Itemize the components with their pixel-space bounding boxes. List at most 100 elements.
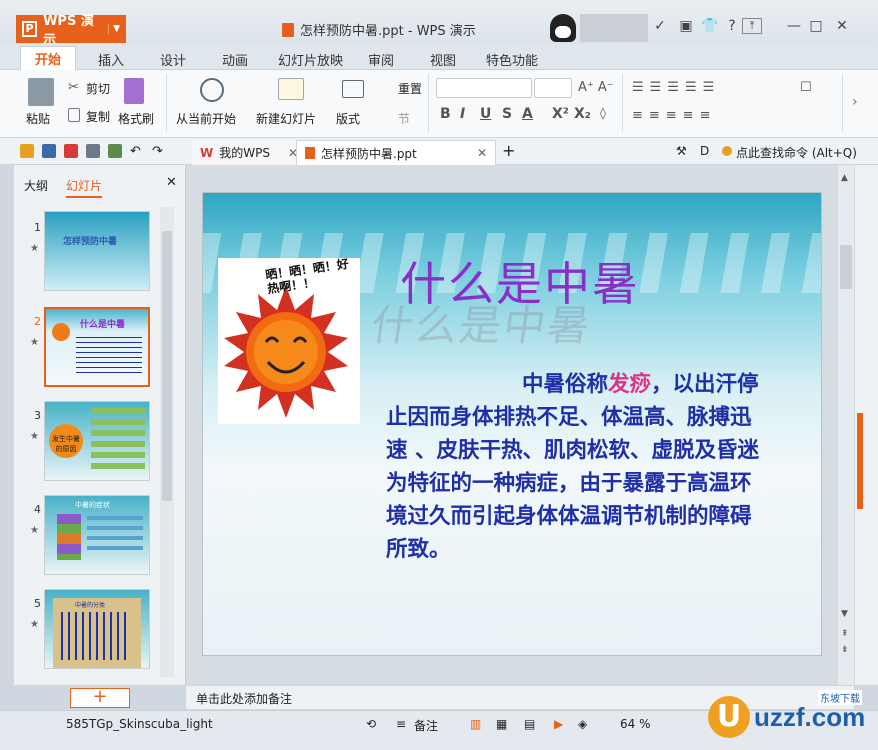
slide-thumbnail-3[interactable]: 发生中暑的原因 [44,401,150,481]
reset-button[interactable]: 重置 [398,80,422,97]
next-slide-icon[interactable]: ⇟ [841,645,849,655]
align-icons[interactable]: ≡≡≡≡≡ [632,108,716,123]
find-command-input[interactable]: 点此查找命令 (Alt+Q) [736,144,857,161]
checkmark-icon[interactable]: ✓ [650,18,670,34]
user-account-box[interactable] [580,14,648,42]
skin-icon[interactable]: ▣ [676,18,696,34]
restore-ribbon-icon[interactable]: ⤒ [742,18,762,34]
notes-toggle[interactable]: 备注 [414,717,438,734]
window-title: 怎样预防中暑.ppt - WPS 演示 [282,20,476,39]
zoom-level[interactable]: 64 % [620,717,651,731]
slide-body-text[interactable]: 中暑俗称发痧，以出汗停止因而身体排热不足、体温高、脉搏迅速 、皮肤干热、肌肉松软… [386,368,766,566]
close-pane-icon[interactable]: ✕ [166,175,177,190]
preview-icon[interactable] [108,144,122,158]
tab-design[interactable]: 设计 [146,48,200,71]
add-slide-button[interactable]: + [70,688,130,708]
minimize-icon[interactable]: — [784,18,804,34]
font-color-icon[interactable]: A [522,106,533,122]
section-button[interactable]: 节 [398,110,410,127]
slides-pane: 大纲 幻灯片 ✕ 1 ★ 怎样预防中暑 2 ★ 什么是中暑 3 ★ 发生中暑的原… [14,165,186,685]
layout-button[interactable]: 版式 [336,110,360,127]
tab-document[interactable]: 怎样预防中暑.ppt ✕ [296,140,496,165]
slideshow-icon[interactable]: ▶ [554,717,563,731]
app-menu-button[interactable]: P WPS 演示 ▼ [16,14,126,48]
editor-scrollbar[interactable]: ▲ ▼ ⇞ ⇟ [838,165,854,685]
format-painter-button[interactable]: 格式刷 [118,110,154,127]
divider [428,74,429,132]
font-size-select[interactable] [534,78,572,98]
notes-toggle-icon[interactable]: ≡ [396,717,406,731]
add-tab-icon[interactable]: + [502,141,516,160]
slide-thumbnail-1[interactable]: 怎样预防中暑 [44,211,150,291]
play-icon [200,78,224,102]
list-icons[interactable]: ☰☰☰☰☰ [632,80,720,95]
cut-button[interactable]: 剪切 [86,80,110,97]
close-icon[interactable]: ✕ [477,146,487,160]
help-icon[interactable]: ? [722,18,742,34]
slide-number: 2 [34,315,41,328]
tool-icon[interactable]: ⚒ [676,144,690,158]
scroll-down-icon[interactable]: ▼ [841,609,848,619]
slide-title[interactable]: 什么是中暑 [400,248,640,314]
pointer-icon[interactable]: ◈ [578,717,587,731]
reading-view-icon[interactable]: ▤ [524,717,535,731]
grow-font-icon[interactable]: A⁺ A⁻ [578,80,614,95]
maximize-icon[interactable]: □ [806,18,826,34]
close-icon[interactable]: ✕ [832,18,852,34]
scrollbar-thumb[interactable] [162,231,172,501]
slide-thumbnail-5[interactable]: 中暑的分类 [44,589,150,669]
slide-thumbnail-4[interactable]: 中暑的症状 [44,495,150,575]
qq-avatar[interactable] [550,14,576,42]
app-name: WPS 演示 [43,14,94,48]
from-current-button[interactable]: 从当前开始 [176,110,236,127]
normal-view-icon[interactable]: ▥ [470,717,481,731]
scrollbar-thumb[interactable] [840,245,852,289]
copy-button[interactable]: 复制 [86,108,110,125]
pdf-icon[interactable] [64,144,78,158]
quick-access-bar: ↶ ↷ W 我的WPS ✕ 怎样预防中暑.ppt ✕ + ⚒ D 点此查找命令 … [0,138,878,165]
subscript-icon[interactable]: X₂ [574,106,591,122]
redo-icon[interactable]: ↷ [152,144,166,159]
bold-icon[interactable]: B [440,106,451,122]
paste-icon[interactable] [28,78,54,106]
new-slide-button[interactable]: 新建幻灯片 [256,110,316,127]
clear-format-icon[interactable]: ◊ [600,106,606,120]
thumbnail-scrollbar[interactable] [160,207,174,677]
cylinder-chart [57,514,81,560]
superscript-icon[interactable]: X² [552,106,569,122]
d-icon[interactable]: D [700,144,714,158]
undo-icon[interactable]: ↶ [130,144,144,159]
font-name-select[interactable] [436,78,532,98]
scissors-icon: ✂ [68,80,79,95]
sidebar-toggle[interactable] [857,413,863,509]
tab-view[interactable]: 视图 [416,48,470,71]
tab-insert[interactable]: 插入 [84,48,138,71]
open-icon[interactable] [20,144,34,158]
paste-button[interactable]: 粘贴 [26,110,50,127]
sun-picture[interactable]: 晒！晒！晒！好热啊！！ [218,257,360,424]
save-icon[interactable] [42,144,56,158]
tab-special[interactable]: 特色功能 [472,48,552,71]
ribbon-next-icon[interactable]: › [852,94,858,110]
tab-my-wps[interactable]: W 我的WPS ✕ [192,140,307,165]
site-watermark: U uzzf.com 东坡下载 [700,678,878,750]
tab-outline[interactable]: 大纲 [24,177,48,194]
star-icon: ★ [30,431,39,442]
tab-animation[interactable]: 动画 [208,48,262,71]
italic-icon[interactable]: I [460,106,465,122]
prev-slide-icon[interactable]: ⇞ [841,629,849,639]
shadow-icon[interactable]: S [502,106,512,122]
tab-slides[interactable]: 幻灯片 [66,177,103,198]
underline-icon[interactable]: U [480,106,491,122]
tab-slideshow[interactable]: 幻灯片放映 [264,48,357,71]
slide-thumbnail-2[interactable]: 什么是中暑 [44,307,150,387]
history-icon[interactable]: ⟲ [366,717,376,731]
tab-home[interactable]: 开始 [20,46,77,71]
insert-icon[interactable]: ☐ [800,80,812,95]
new-slide-icon [278,78,304,100]
sorter-view-icon[interactable]: ▦ [496,717,507,731]
print-icon[interactable] [86,144,100,158]
scroll-up-icon[interactable]: ▲ [841,173,848,183]
tab-review[interactable]: 审阅 [354,48,408,71]
shirt-icon[interactable]: 👕 [700,18,720,34]
